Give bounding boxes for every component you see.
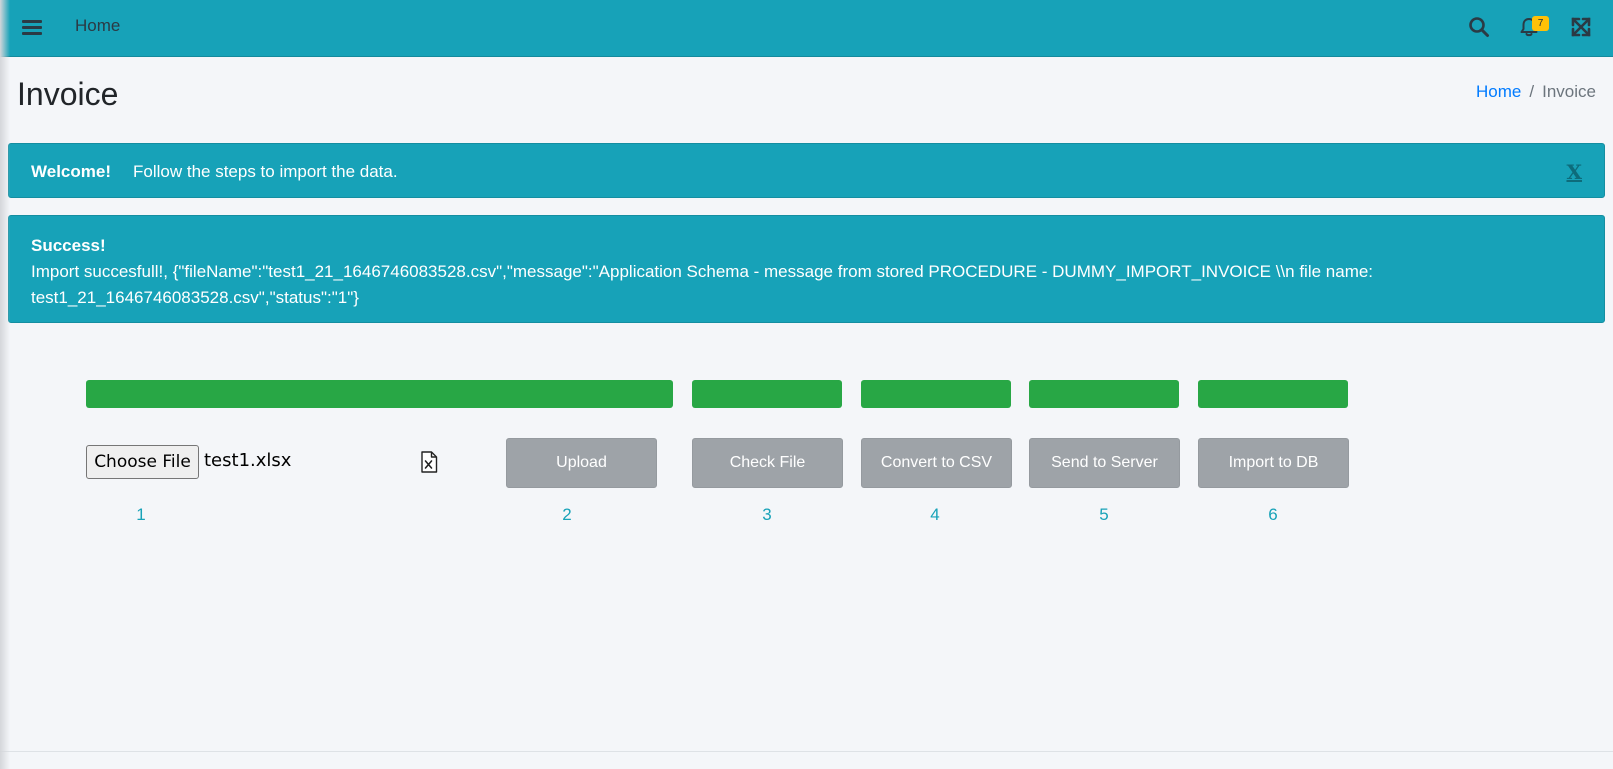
step-number-2: 2 <box>562 505 572 524</box>
step-number-3: 3 <box>762 505 772 524</box>
welcome-alert-title: Welcome! <box>31 162 111 181</box>
check-file-button[interactable]: Check File <box>692 438 843 488</box>
step-number-1: 1 <box>136 505 146 524</box>
page-title: Invoice <box>17 76 119 112</box>
notification-badge: 7 <box>1532 16 1549 31</box>
breadcrumb-home-link[interactable]: Home <box>1476 82 1521 101</box>
sidebar-edge-shadow <box>0 0 10 769</box>
upload-button[interactable]: Upload <box>506 438 657 488</box>
footer-divider <box>0 751 1613 752</box>
progress-bar-convert <box>861 380 1011 408</box>
progress-bar-check-file <box>692 380 842 408</box>
step-number-6: 6 <box>1268 505 1278 524</box>
search-icon[interactable] <box>1468 16 1490 38</box>
nav-home-link[interactable]: Home <box>75 16 120 36</box>
step-number-5: 5 <box>1099 505 1109 524</box>
top-navbar: Home 7 <box>0 0 1613 57</box>
welcome-alert: Welcome! Follow the steps to import the … <box>8 143 1605 198</box>
hamburger-icon[interactable] <box>22 17 42 39</box>
excel-file-icon <box>421 451 438 473</box>
breadcrumb: Home / Invoice <box>1476 82 1596 102</box>
breadcrumb-separator: / <box>1529 82 1535 101</box>
convert-to-csv-button[interactable]: Convert to CSV <box>861 438 1012 488</box>
choose-file-button[interactable]: Choose File <box>86 445 199 479</box>
progress-bar-send <box>1029 380 1179 408</box>
selected-file-name: test1.xlsx <box>204 450 292 471</box>
success-alert-title: Success! <box>31 236 106 255</box>
progress-bar-import <box>1198 380 1348 408</box>
success-alert: Success! Import succesfull!, {"fileName"… <box>8 215 1605 323</box>
success-alert-message: Import succesfull!, {"fileName":"test1_2… <box>31 262 1374 307</box>
progress-bar-upload <box>86 380 673 408</box>
send-to-server-button[interactable]: Send to Server <box>1029 438 1180 488</box>
breadcrumb-current: Invoice <box>1542 82 1596 101</box>
expand-icon[interactable] <box>1570 16 1592 38</box>
welcome-alert-message: Follow the steps to import the data. <box>133 162 398 181</box>
close-alert-button[interactable]: X <box>1566 160 1582 184</box>
step-number-4: 4 <box>930 505 940 524</box>
import-to-db-button[interactable]: Import to DB <box>1198 438 1349 488</box>
